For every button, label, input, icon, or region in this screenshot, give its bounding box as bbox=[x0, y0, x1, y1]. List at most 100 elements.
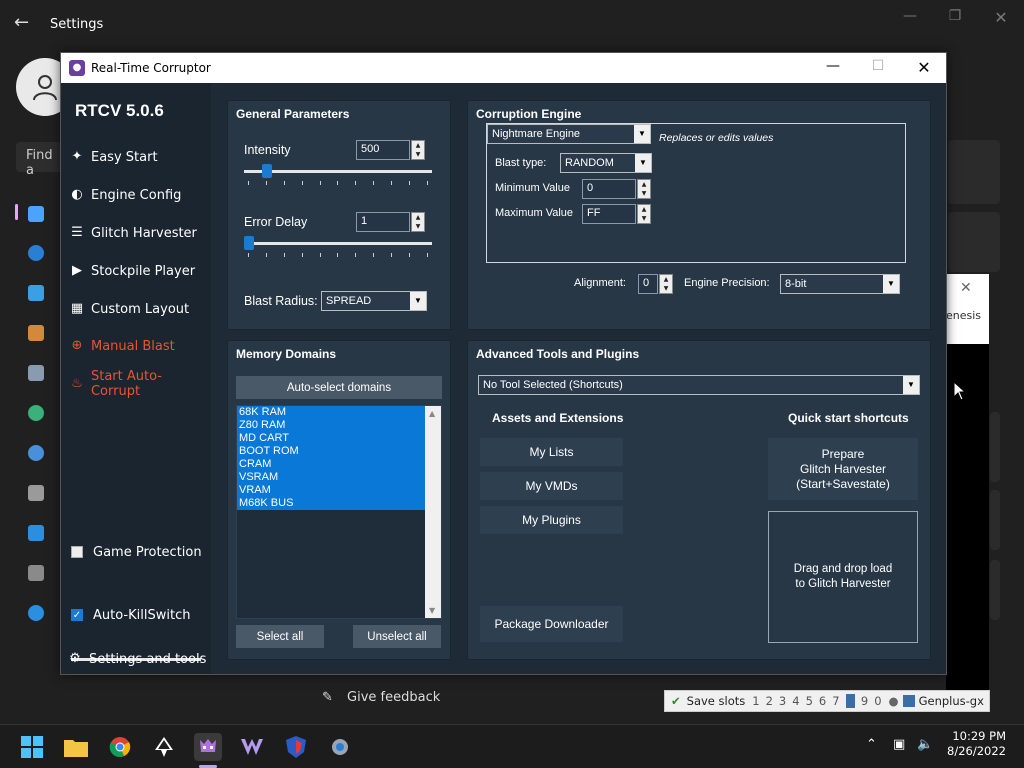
speaker-icon[interactable]: 🔈 bbox=[917, 737, 933, 752]
personalization-icon[interactable] bbox=[28, 325, 44, 341]
save-slot-9[interactable]: 9 bbox=[861, 694, 868, 708]
sidebar-item-custom-layout[interactable]: ▦ Custom Layout bbox=[69, 298, 189, 320]
rtc-minimize-button[interactable]: — bbox=[821, 58, 845, 78]
engine-select[interactable]: Nightmare Engine ▼ bbox=[487, 124, 651, 144]
accounts-icon[interactable] bbox=[28, 405, 44, 421]
alignment-input[interactable]: 0 bbox=[638, 274, 658, 294]
error-delay-input[interactable]: 1 bbox=[356, 212, 410, 232]
maximum-value-stepper[interactable]: ▲ ▼ bbox=[637, 204, 651, 224]
settings-card[interactable] bbox=[948, 212, 1000, 272]
my-lists-button[interactable]: My Lists bbox=[480, 438, 623, 466]
sidebar-item-stockpile-player[interactable]: ▶ Stockpile Player bbox=[69, 260, 195, 282]
save-slot-3[interactable]: 3 bbox=[779, 694, 786, 708]
my-vmds-button[interactable]: My VMDs bbox=[480, 472, 623, 500]
network-icon[interactable] bbox=[28, 285, 44, 301]
blast-radius-select[interactable]: SPREAD ▼ bbox=[321, 291, 427, 311]
list-item[interactable]: VRAM bbox=[237, 484, 425, 497]
settings-gear-icon[interactable] bbox=[326, 733, 354, 761]
prepare-glitch-harvester-button[interactable]: Prepare Glitch Harvester (Start+Savestat… bbox=[768, 438, 918, 500]
file-explorer-icon[interactable] bbox=[62, 733, 90, 761]
rtc-maximize-button[interactable]: ☐ bbox=[866, 58, 890, 78]
package-downloader-button[interactable]: Package Downloader bbox=[480, 606, 623, 642]
settings-search-input[interactable]: Find a bbox=[16, 142, 64, 178]
vscodium-icon[interactable] bbox=[238, 733, 266, 761]
intensity-input[interactable]: 500 bbox=[356, 140, 410, 160]
tool-select[interactable]: No Tool Selected (Shortcuts) ▼ bbox=[478, 375, 920, 395]
intensity-slider-thumb[interactable] bbox=[261, 164, 272, 178]
checkbox-unchecked[interactable] bbox=[71, 546, 83, 558]
chevron-down-icon[interactable]: ▼ bbox=[634, 125, 650, 143]
error-delay-stepper[interactable]: ▲ ▼ bbox=[411, 212, 425, 232]
privacy-shield-icon[interactable] bbox=[28, 565, 44, 581]
list-item[interactable]: Z80 RAM bbox=[237, 419, 425, 432]
my-plugins-button[interactable]: My Plugins bbox=[480, 506, 623, 534]
shield-app-icon[interactable] bbox=[282, 733, 310, 761]
settings-maximize-button[interactable]: ❐ bbox=[945, 8, 965, 28]
error-delay-slider-thumb[interactable] bbox=[244, 236, 254, 250]
list-item[interactable]: M68K BUS bbox=[237, 497, 425, 510]
monitor-icon[interactable]: ▣ bbox=[893, 737, 905, 752]
error-delay-slider-track[interactable] bbox=[244, 242, 432, 245]
save-slot-5[interactable]: 5 bbox=[806, 694, 813, 708]
sidebar-item-engine-config[interactable]: ◐ Engine Config bbox=[69, 184, 181, 206]
bluetooth-icon[interactable] bbox=[28, 245, 44, 261]
rtc-titlebar[interactable]: ● Real-Time Corruptor — ☐ ✕ bbox=[61, 53, 946, 83]
chevron-down-icon[interactable]: ▼ bbox=[903, 376, 919, 394]
auto-select-domains-button[interactable]: Auto-select domains bbox=[236, 376, 442, 399]
settings-card[interactable] bbox=[948, 140, 1000, 204]
sidebar-item-easy-start[interactable]: ✦ Easy Start bbox=[69, 146, 158, 168]
engine-precision-select[interactable]: 8-bit ▼ bbox=[780, 274, 900, 294]
blast-type-select[interactable]: RANDOM ▼ bbox=[560, 153, 652, 173]
settings-tools-button[interactable]: ⚙ Settings and tools bbox=[67, 648, 206, 670]
windows-start-icon[interactable] bbox=[18, 733, 46, 761]
chevron-up-icon[interactable]: ⌃ bbox=[866, 737, 877, 752]
list-scrollbar[interactable]: ▲ ▼ bbox=[425, 406, 441, 618]
drag-drop-zone[interactable]: Drag and drop load to Glitch Harvester bbox=[768, 511, 918, 643]
apps-icon[interactable] bbox=[28, 365, 44, 381]
chevron-down-icon[interactable]: ▼ bbox=[635, 154, 651, 172]
rtc-close-button[interactable]: ✕ bbox=[912, 58, 936, 78]
taskbar-clock[interactable]: 10:29 PM 8/26/2022 bbox=[946, 729, 1006, 759]
chrome-icon[interactable] bbox=[106, 733, 134, 761]
minimum-value-input[interactable]: 0 bbox=[582, 179, 636, 199]
chevron-down-icon[interactable]: ▼ bbox=[883, 275, 899, 293]
inkscape-icon[interactable] bbox=[150, 733, 178, 761]
list-item[interactable]: VSRAM bbox=[237, 471, 425, 484]
list-item[interactable]: BOOT ROM bbox=[237, 445, 425, 458]
chevron-down-icon[interactable]: ▼ bbox=[410, 292, 426, 310]
sidebar-item-manual-blast[interactable]: ⊕ Manual Blast bbox=[69, 335, 175, 357]
intensity-slider-track[interactable] bbox=[244, 170, 432, 173]
unselect-all-button[interactable]: Unselect all bbox=[353, 625, 441, 648]
windows-update-icon[interactable] bbox=[28, 605, 44, 621]
sidebar-item-glitch-harvester[interactable]: ☰ Glitch Harvester bbox=[69, 222, 197, 244]
save-slot-4[interactable]: 4 bbox=[792, 694, 799, 708]
save-slot-0[interactable]: 0 bbox=[874, 694, 881, 708]
auto-killswitch-checkbox[interactable]: ✓ Auto-KillSwitch bbox=[71, 604, 190, 626]
arrow-left-icon[interactable]: ← bbox=[14, 12, 29, 33]
rtcv-icon[interactable] bbox=[194, 733, 222, 761]
list-item[interactable]: CRAM bbox=[237, 458, 425, 471]
gaming-icon[interactable] bbox=[28, 485, 44, 501]
checkbox-checked[interactable]: ✓ bbox=[71, 609, 83, 621]
save-slot-7[interactable]: 7 bbox=[832, 694, 839, 708]
list-item[interactable]: MD CART bbox=[237, 432, 425, 445]
save-slot-6[interactable]: 6 bbox=[819, 694, 826, 708]
system-icon[interactable] bbox=[28, 206, 44, 222]
memory-domains-list[interactable]: 68K RAM Z80 RAM MD CART BOOT ROM CRAM VS… bbox=[236, 405, 442, 619]
give-feedback-link[interactable]: ✎ Give feedback bbox=[322, 690, 440, 705]
scroll-up-icon[interactable]: ▲ bbox=[429, 409, 435, 418]
game-protection-checkbox[interactable]: Game Protection bbox=[71, 541, 202, 563]
sidebar-item-start-auto-corrupt[interactable]: ♨ Start Auto-Corrupt bbox=[69, 369, 211, 399]
alignment-stepper[interactable]: ▲ ▼ bbox=[659, 274, 673, 294]
minimum-value-stepper[interactable]: ▲ ▼ bbox=[637, 179, 651, 199]
time-language-icon[interactable] bbox=[28, 445, 44, 461]
accessibility-icon[interactable] bbox=[28, 525, 44, 541]
maximum-value-input[interactable]: FF bbox=[582, 204, 636, 224]
settings-minimize-button[interactable]: — bbox=[900, 8, 920, 28]
save-slot-2[interactable]: 2 bbox=[766, 694, 773, 708]
save-slot-8[interactable]: 8 bbox=[845, 694, 855, 708]
emulator-close-button[interactable]: ✕ bbox=[960, 280, 972, 296]
intensity-stepper[interactable]: ▲ ▼ bbox=[411, 140, 425, 160]
scroll-down-icon[interactable]: ▼ bbox=[429, 606, 435, 615]
list-item[interactable]: 68K RAM bbox=[237, 406, 425, 419]
